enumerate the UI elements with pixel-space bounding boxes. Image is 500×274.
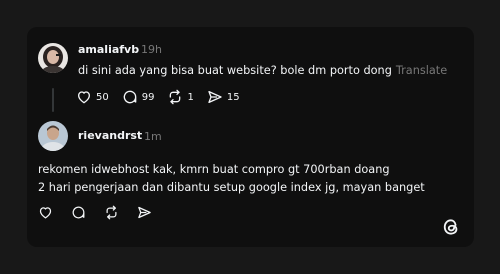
heart-icon xyxy=(78,91,90,104)
repost-icon xyxy=(106,205,117,220)
share-icon xyxy=(208,91,222,103)
thread-connector-line xyxy=(52,88,54,112)
repost-count: 1 xyxy=(187,91,194,103)
post-username[interactable]: amaliafvb xyxy=(78,43,139,56)
reply-count: 99 xyxy=(141,91,155,103)
post-actions: 50 99 1 15 xyxy=(76,89,253,105)
like-button[interactable] xyxy=(38,205,53,220)
repost-button[interactable]: 1 xyxy=(167,89,194,105)
threads-logo-icon[interactable] xyxy=(441,217,461,241)
translate-link[interactable]: Translate xyxy=(396,64,447,77)
post-body: di sini ada yang bisa buat website? bole… xyxy=(78,64,392,77)
post-text: di sini ada yang bisa buat website? bole… xyxy=(78,62,447,80)
reply-button[interactable]: 99 xyxy=(122,89,155,105)
repost-button[interactable] xyxy=(104,205,119,220)
reply-text-line: rekomen idwebhost kak, kmrn buat compro … xyxy=(38,163,390,176)
avatar[interactable] xyxy=(38,121,68,151)
like-button[interactable]: 50 xyxy=(76,89,109,105)
heart-icon xyxy=(39,207,52,219)
share-button[interactable]: 15 xyxy=(207,89,240,105)
reply-text-line: 2 hari pengerjaan dan dibantu setup goog… xyxy=(38,181,425,194)
reply-actions xyxy=(38,205,170,220)
reply-button[interactable] xyxy=(71,205,86,220)
reply-username[interactable]: rievandrst xyxy=(78,129,142,142)
share-icon xyxy=(138,206,151,219)
post-timestamp: 19h xyxy=(141,43,162,56)
thread-card: amaliafvb 19h di sini ada yang bisa buat… xyxy=(27,27,474,247)
share-button[interactable] xyxy=(137,205,152,220)
reply-text: rekomen idwebhost kak, kmrn buat compro … xyxy=(38,161,425,197)
avatar[interactable] xyxy=(38,43,68,73)
comment-icon xyxy=(72,206,85,219)
comment-icon xyxy=(123,90,137,104)
repost-icon xyxy=(170,89,181,105)
reply-timestamp: 1m xyxy=(144,130,162,143)
share-count: 15 xyxy=(226,91,240,103)
like-count: 50 xyxy=(96,91,109,103)
